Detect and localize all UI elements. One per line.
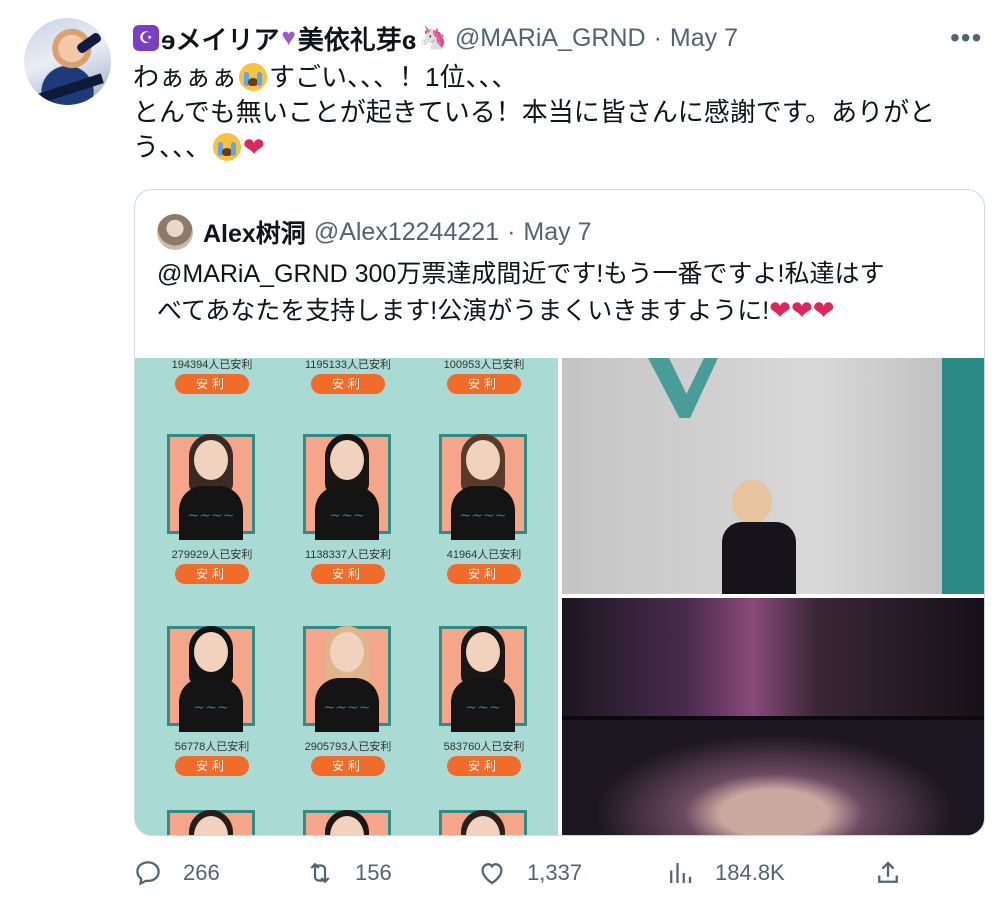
share-button[interactable]	[873, 858, 923, 888]
views-count: 184.8K	[715, 860, 785, 885]
tweet-date[interactable]: May 7	[670, 24, 738, 53]
quote-text-line2: べてあなたを支持します!公演がうまくいきますように!	[157, 297, 770, 325]
vote-cell: 100953人已安利 安利	[421, 358, 547, 394]
separator-dot: ·	[653, 23, 662, 52]
author-display-name-2[interactable]: 美依礼芽ɞ	[298, 20, 417, 57]
quote-text: @MARiA_GRND 300万票達成間近です!もう一番ですよ!私達はす べてあ…	[157, 256, 967, 329]
vote-cell: 1195133人已安利 安利	[285, 358, 411, 394]
vote-cell: 41964人已安利 安利	[421, 548, 547, 584]
candidate-portrait: ~~~~	[297, 620, 397, 732]
crying-face-icon	[239, 63, 268, 91]
share-icon	[878, 861, 898, 883]
quote-avatar[interactable]	[157, 214, 193, 250]
tweet-text-line1b: すごい、、、！1位、、、	[269, 62, 518, 92]
candidate-portrait: ~~~	[297, 428, 397, 540]
stage-photo[interactable]	[562, 598, 984, 835]
author-handle[interactable]: @MARiA_GRND	[455, 24, 646, 53]
vote-count: 2905793人已安利	[304, 741, 392, 753]
author-display-name[interactable]: ɘメイリア	[161, 20, 279, 57]
vote-count: 1195133人已安利	[304, 359, 391, 371]
retweet-button[interactable]: 156	[305, 858, 392, 888]
quote-date[interactable]: May 7	[523, 218, 591, 247]
tweet-text-line1a: わぁぁぁ	[133, 62, 238, 92]
vote-cell: 194394人已安利 安利	[149, 358, 275, 394]
reply-count: 266	[183, 860, 220, 885]
tweet-text-line3: う、、、	[133, 132, 212, 162]
vote-button: 安利	[175, 564, 249, 584]
performer-photo[interactable]	[562, 358, 984, 594]
candidate-portrait	[433, 804, 533, 835]
like-count: 1,337	[527, 860, 583, 885]
unicorn-icon: 🦄	[419, 25, 447, 50]
retweet-icon	[310, 862, 330, 884]
retweet-count: 156	[355, 860, 392, 885]
red-heart-icon: ❤	[243, 132, 265, 162]
vote-count: 194394人已安利	[171, 359, 253, 371]
vote-button: 安利	[311, 756, 385, 776]
quote-display-name[interactable]: Alex树洞	[203, 214, 306, 250]
candidate-portrait	[161, 804, 261, 835]
vote-count: 1138337人已安利	[304, 549, 391, 561]
purple-heart-icon: ♥	[281, 24, 296, 51]
vote-button: 安利	[175, 756, 249, 776]
tweet-text-line2: とんでも無いことが起きている！本当に皆さんに感謝です。ありがと	[133, 97, 936, 127]
candidate-portrait: ~~~	[161, 620, 261, 732]
heart-icon	[481, 863, 503, 885]
candidate-portrait: ~~~~	[161, 428, 261, 540]
vote-button: 安利	[311, 374, 385, 394]
vote-button: 安利	[447, 756, 521, 776]
red-heart-icon: ❤	[790, 295, 813, 325]
separator-dot: ·	[507, 217, 516, 246]
vote-grid-image[interactable]: 194394人已安利 安利 1195133人已安利 安利 100953人已安利 …	[135, 358, 558, 835]
vote-count: 56778人已安利	[174, 741, 250, 753]
action-bar: 266 156 1,337 184.8K	[133, 858, 913, 898]
vote-cell: 279929人已安利 安利	[149, 548, 275, 584]
quote-text-line1: @MARiA_GRND 300万票達成間近です!もう一番ですよ!私達はす	[157, 260, 885, 288]
like-button[interactable]: 1,337	[477, 858, 582, 888]
views-bar-chart-icon	[670, 863, 692, 883]
reply-button[interactable]: 266	[133, 858, 220, 888]
candidate-portrait	[297, 804, 397, 835]
vote-cell: 1138337人已安利 安利	[285, 548, 411, 584]
red-heart-icon: ❤	[769, 295, 791, 325]
quoted-tweet[interactable]: Alex树洞 @Alex12244221 · May 7 @MARiA_GRND…	[134, 189, 985, 836]
vote-count: 100953人已安利	[443, 359, 525, 371]
crescent-moon-icon: ☪	[133, 25, 159, 51]
more-horizontal-icon[interactable]: •••	[950, 22, 982, 54]
vote-cell: 2905793人已安利 安利	[285, 740, 411, 776]
quote-header: Alex树洞 @Alex12244221 · May 7	[157, 214, 591, 250]
vote-button: 安利	[175, 374, 249, 394]
candidate-portrait: ~~~~	[433, 428, 533, 540]
tweet-text: わぁぁぁ すごい、、、！1位、、、 とんでも無いことが起きている！本当に皆さんに感…	[133, 60, 988, 165]
vote-button: 安利	[447, 374, 521, 394]
vote-cell: 56778人已安利 安利	[149, 740, 275, 776]
vote-count: 279929人已安利	[171, 549, 253, 561]
vote-cell: 583760人已安利 安利	[421, 740, 547, 776]
reply-icon	[136, 861, 160, 886]
quote-handle[interactable]: @Alex12244221	[314, 218, 499, 247]
vote-count: 41964人已安利	[446, 549, 522, 561]
crying-face-icon	[213, 133, 242, 161]
vote-count: 583760人已安利	[443, 741, 525, 753]
views-button[interactable]: 184.8K	[665, 858, 785, 888]
vote-button: 安利	[311, 564, 385, 584]
red-heart-icon: ❤	[812, 295, 835, 325]
author-avatar[interactable]	[24, 18, 111, 105]
tweet-header: ☪ ɘメイリア ♥ 美依礼芽ɞ 🦄 @MARiA_GRND · May 7	[133, 20, 738, 56]
vote-button: 安利	[447, 564, 521, 584]
candidate-portrait: ~~~	[433, 620, 533, 732]
